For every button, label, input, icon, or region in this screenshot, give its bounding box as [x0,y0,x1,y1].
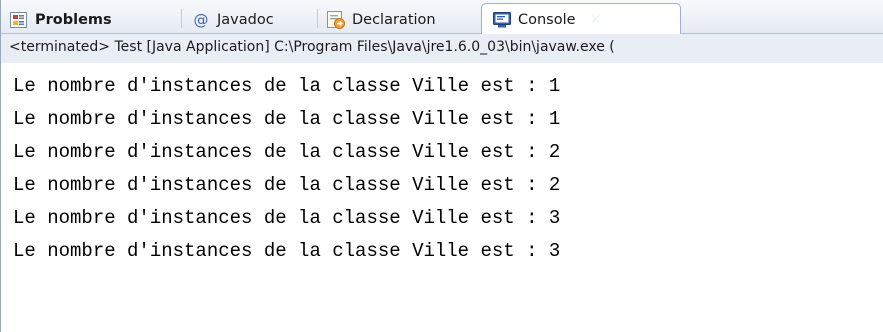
tab-console[interactable]: Console ✕ [481,3,681,35]
tab-problems[interactable]: Problems [9,5,112,34]
tab-declaration-label: Declaration [352,11,436,28]
close-icon[interactable]: ✕ [590,12,602,28]
svg-text:@: @ [194,11,209,29]
console-icon [493,11,511,27]
view-tab-bar: Problems @ Javadoc Declaration Console ✕ [1,0,883,35]
tab-separator [317,9,318,28]
console-line: Le nombre d'instances de la classe Ville… [13,75,561,97]
at-sign-icon: @ [194,11,209,29]
problems-icon [10,11,27,28]
console-output[interactable]: Le nombre d'instances de la classe Ville… [1,63,883,332]
tab-problems-label: Problems [35,11,112,28]
console-line: Le nombre d'instances de la classe Ville… [13,108,561,130]
console-view: Problems @ Javadoc Declaration Console ✕… [0,0,883,332]
console-line: Le nombre d'instances de la classe Ville… [13,207,561,229]
tab-javadoc-label: Javadoc [217,11,274,28]
console-line: Le nombre d'instances de la classe Ville… [13,174,561,196]
console-status-line: <terminated> Test [Java Application] C:\… [1,34,883,63]
console-line: Le nombre d'instances de la classe Ville… [13,240,561,262]
tab-javadoc[interactable]: @ Javadoc [191,5,274,34]
declaration-icon [327,10,345,29]
tab-console-label: Console [518,11,576,28]
tab-separator [181,9,182,28]
console-line: Le nombre d'instances de la classe Ville… [13,141,561,163]
tab-declaration[interactable]: Declaration [326,5,436,34]
